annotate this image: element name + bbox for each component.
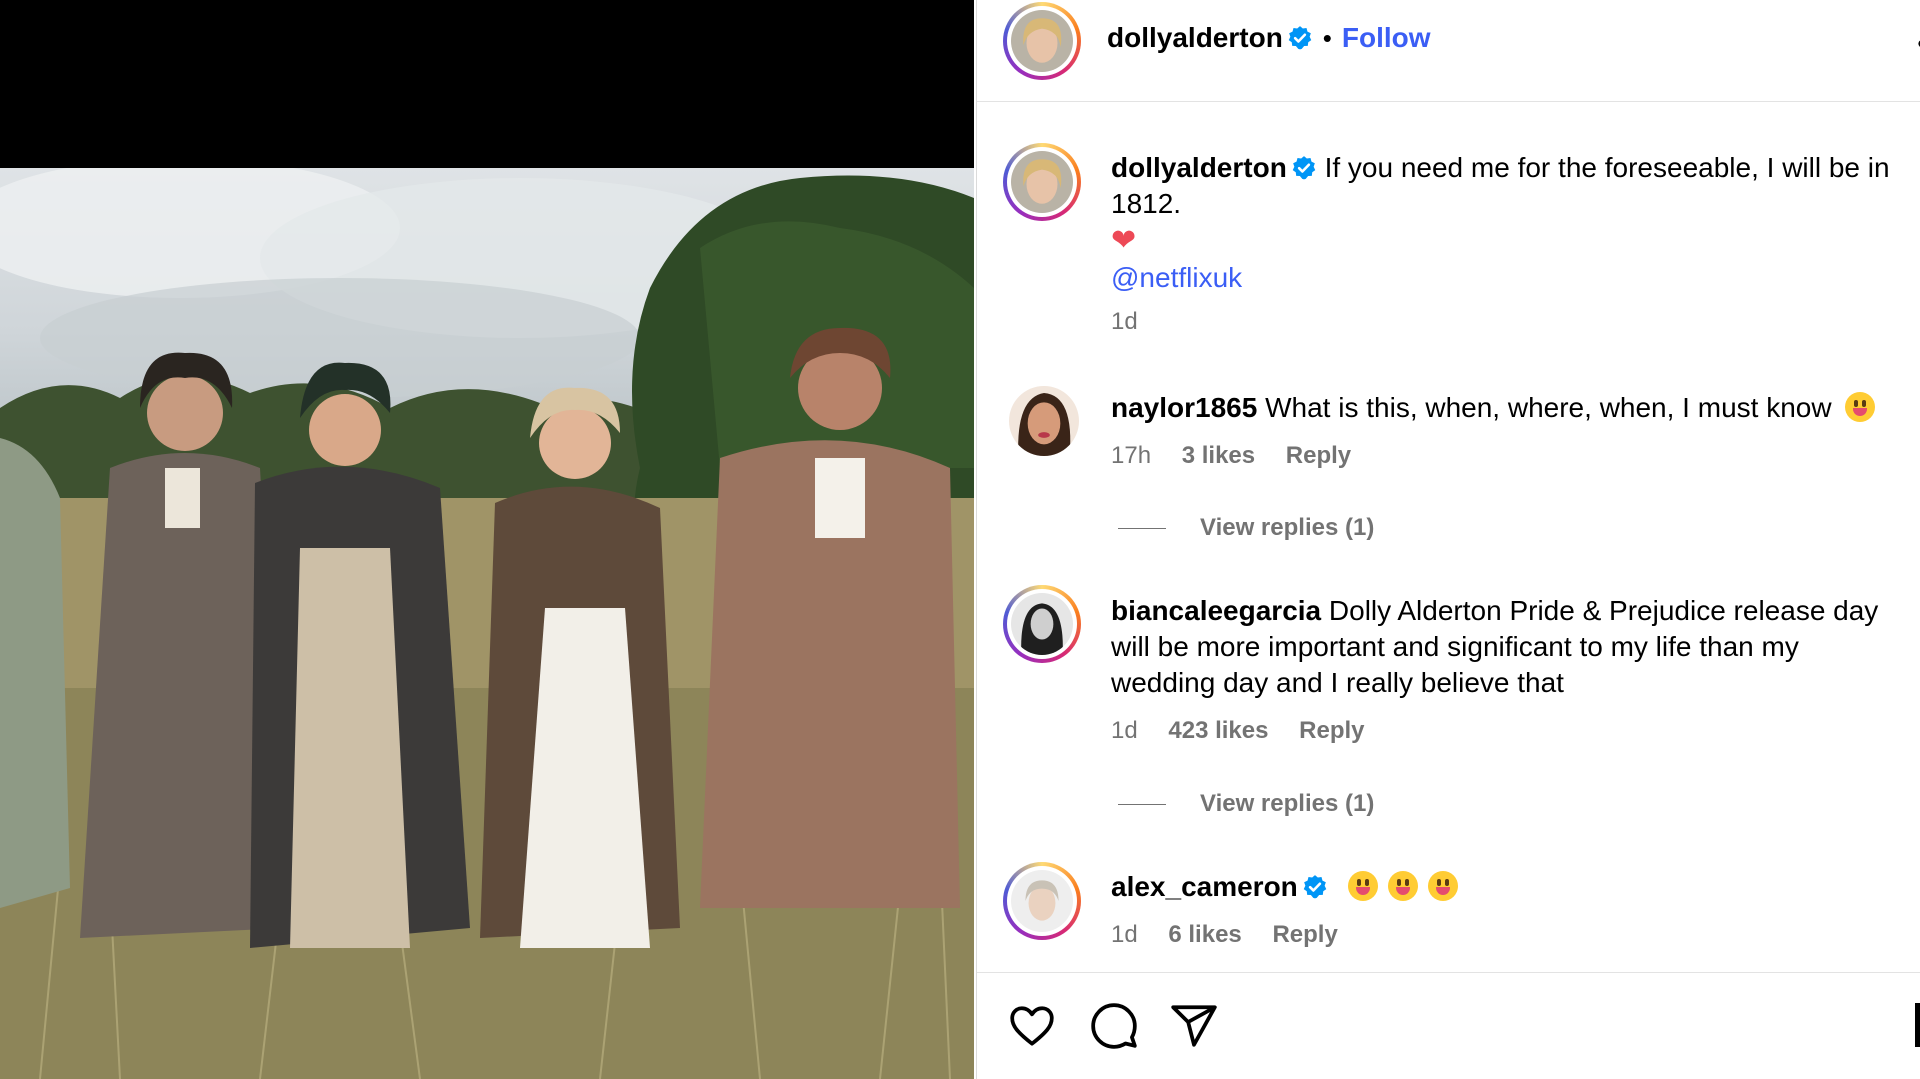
comment-icon[interactable] — [1089, 1001, 1139, 1051]
heart-icon[interactable] — [1007, 1001, 1057, 1051]
verified-badge-icon — [1302, 874, 1328, 900]
grinning-emoji — [1387, 871, 1418, 901]
post-side-panel: dollyalderton • Follow • dollyalderton If … — [976, 0, 1920, 1079]
comment-username[interactable]: alex_cameron — [1111, 871, 1298, 902]
commenter-avatar-image — [1011, 870, 1073, 932]
commenter-avatar-image — [1009, 386, 1079, 456]
laughing-emoji — [1845, 392, 1876, 422]
verified-badge-icon — [1291, 155, 1317, 181]
view-replies-button[interactable]: View replies (1) — [1118, 514, 1374, 542]
caption-avatar[interactable] — [1003, 143, 1081, 221]
period-drama-photo — [0, 168, 974, 1079]
header-username[interactable]: dollyalderton — [1107, 22, 1283, 53]
reply-button[interactable]: Reply — [1286, 442, 1351, 469]
comment-timestamp[interactable]: 1d — [1111, 717, 1138, 744]
separator-dot: • — [1322, 23, 1332, 53]
mention-link[interactable]: @netflixuk — [1111, 262, 1242, 293]
post-caption: dollyalderton If you need me for the for… — [1111, 150, 1901, 340]
bookmark-icon[interactable] — [1915, 1003, 1920, 1047]
comment-username[interactable]: biancaleegarcia — [1111, 595, 1321, 626]
caption-avatar-image — [1011, 151, 1073, 213]
comment-likes[interactable]: 3 likes — [1182, 442, 1255, 469]
comment-likes[interactable]: 423 likes — [1168, 717, 1268, 744]
post-action-bar — [977, 972, 1920, 1079]
view-replies-label: View replies (1) — [1200, 514, 1375, 541]
comment-1: naylor1865 What is this, when, where, wh… — [1111, 390, 1901, 474]
commenter-avatar[interactable] — [1003, 862, 1081, 940]
view-replies-button[interactable]: View replies (1) — [1118, 790, 1374, 818]
comment-likes[interactable]: 6 likes — [1168, 921, 1241, 948]
post-header: dollyalderton • Follow • — [977, 0, 1920, 102]
comment-2: biancaleegarcia Dolly Alderton Pride & P… — [1111, 593, 1901, 749]
comment-timestamp[interactable]: 1d — [1111, 921, 1138, 948]
comment-3: alex_cameron 1d 6 likes Reply — [1111, 869, 1901, 953]
comment-text: What is this, when, where, when, I must … — [1265, 392, 1832, 423]
header-author-line: dollyalderton • Follow — [1107, 22, 1431, 54]
commenter-avatar[interactable] — [1003, 585, 1081, 663]
send-icon[interactable] — [1169, 1001, 1219, 1051]
reply-button[interactable]: Reply — [1299, 717, 1364, 744]
post-photo[interactable] — [0, 168, 974, 1079]
grinning-emoji — [1347, 871, 1378, 901]
author-avatar-image — [1011, 10, 1073, 72]
commenter-avatar[interactable] — [1009, 386, 1079, 456]
commenter-avatar-image — [1011, 593, 1073, 655]
follow-button[interactable]: Follow — [1342, 22, 1431, 53]
grinning-emoji — [1427, 871, 1458, 901]
reply-button[interactable]: Reply — [1272, 921, 1337, 948]
comment-timestamp[interactable]: 17h — [1111, 442, 1151, 469]
view-replies-line — [1118, 528, 1166, 530]
comment-username[interactable]: naylor1865 — [1111, 392, 1257, 423]
caption-timestamp[interactable]: 1d — [1111, 308, 1138, 335]
verified-badge-icon — [1287, 25, 1313, 51]
post-media-panel — [0, 0, 974, 1079]
view-replies-label: View replies (1) — [1200, 790, 1375, 817]
caption-username[interactable]: dollyalderton — [1111, 152, 1287, 183]
heart-emoji: ❤ — [1111, 224, 1137, 257]
author-avatar[interactable] — [1003, 2, 1081, 80]
view-replies-line — [1118, 804, 1166, 806]
